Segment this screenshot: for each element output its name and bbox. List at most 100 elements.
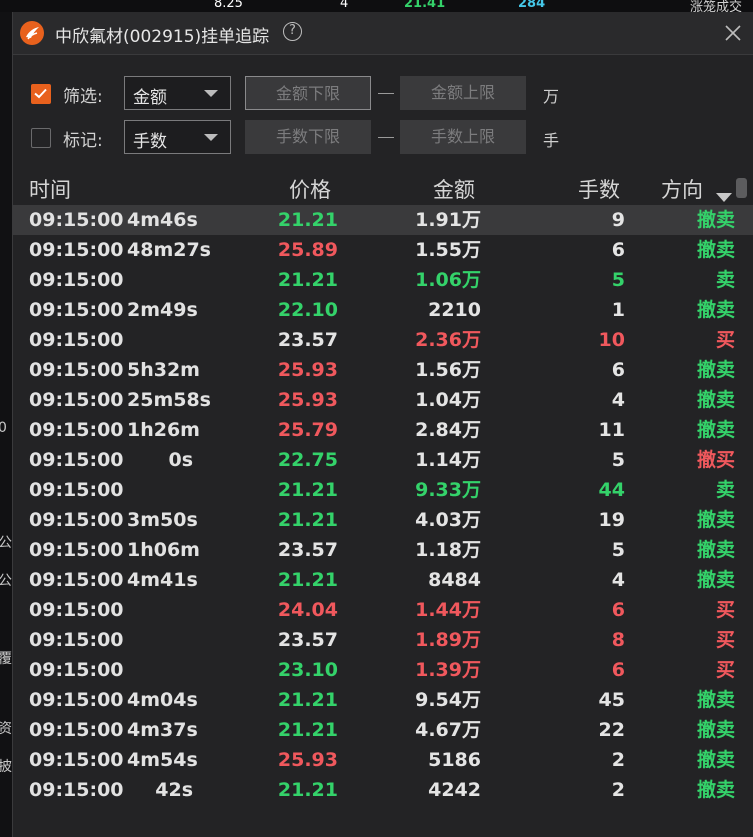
cell-time: 09:15:00	[29, 569, 124, 591]
lots-lower-input[interactable]: 手数下限	[245, 120, 371, 154]
cell-lots: 22	[598, 719, 625, 741]
cell-duration: 4m54s	[127, 749, 198, 771]
cell-price: 22.10	[277, 299, 338, 321]
cell-amount: 1.14万	[415, 449, 481, 471]
table-row[interactable]: 09:15:00 21.21 9.33万 44 卖	[13, 475, 753, 505]
cell-direction: 撤卖	[696, 509, 735, 531]
cell-time: 09:15:00	[29, 689, 124, 711]
bg-text: 覆	[0, 651, 12, 667]
cell-direction: 撤卖	[696, 359, 735, 381]
table-row[interactable]: 09:15:00 25m58s 25.93 1.04万 4 撤卖	[13, 385, 753, 415]
table-row[interactable]: 09:15:00 3m50s 21.21 4.03万 19 撤卖	[13, 505, 753, 535]
cell-direction: 撤买	[696, 449, 735, 471]
table-row[interactable]: 09:15:00 4m04s 21.21 9.54万 45 撤卖	[13, 685, 753, 715]
close-icon[interactable]	[723, 23, 743, 43]
cell-duration: 4m04s	[127, 689, 198, 711]
bg-text: 284	[518, 0, 546, 11]
table-row[interactable]: 09:15:00 23.57 1.89万 8 买	[13, 625, 753, 655]
cell-amount: 2.84万	[415, 419, 481, 441]
sort-desc-icon[interactable]	[716, 193, 732, 202]
cell-duration: 42s	[155, 779, 193, 801]
cell-lots: 5	[611, 539, 625, 561]
header-price[interactable]: 价格	[289, 174, 331, 204]
table-row[interactable]: 09:15:00 1h26m 25.79 2.84万 11 撤卖	[13, 415, 753, 445]
cell-direction: 买	[715, 629, 735, 651]
range-dash	[378, 137, 394, 138]
cell-lots: 8	[611, 629, 625, 651]
cell-direction: 买	[715, 329, 735, 351]
mark-field-select[interactable]: 手数	[124, 120, 231, 154]
background-window-strip: 8.25 4 21.41 284 涨笼成交	[0, 0, 753, 12]
cell-duration: 2m49s	[127, 299, 198, 321]
cell-price: 21.21	[277, 569, 338, 591]
chevron-down-icon	[204, 90, 218, 97]
bg-text: 8.25	[214, 0, 243, 11]
header-direction[interactable]: 方向	[661, 174, 703, 204]
cell-time: 09:15:00	[29, 329, 124, 351]
table-row[interactable]: 09:15:00 4m41s 21.21 8484 4 撤卖	[13, 565, 753, 595]
table-row[interactable]: 09:15:00 5h32m 25.93 1.56万 6 撤卖	[13, 355, 753, 385]
cell-direction: 撤卖	[696, 539, 735, 561]
title-bar[interactable]: 中欣氟材(002915)挂单追踪 ?	[13, 12, 753, 55]
cell-direction: 撤卖	[696, 569, 735, 591]
cell-direction: 撤卖	[696, 779, 735, 801]
table-row[interactable]: 09:15:00 23.10 1.39万 6 买	[13, 655, 753, 685]
table-row[interactable]: 09:15:00 4m54s 25.93 5186 2 撤卖	[13, 745, 753, 775]
table-row[interactable]: 09:15:00 4m37s 21.21 4.67万 22 撤卖	[13, 715, 753, 745]
cell-price: 24.04	[277, 599, 338, 621]
background-left-edge: 0 公 公 覆 资 披	[0, 12, 12, 837]
table-row[interactable]: 09:15:00 48m27s 25.89 1.55万 6 撤卖	[13, 235, 753, 265]
cell-direction: 卖	[715, 269, 735, 291]
cell-direction: 撤卖	[696, 299, 735, 321]
cell-price: 25.89	[277, 239, 338, 261]
cell-lots: 6	[611, 659, 625, 681]
help-icon[interactable]: ?	[283, 22, 302, 41]
cell-price: 21.21	[277, 479, 338, 501]
cell-lots: 2	[611, 779, 625, 801]
cell-lots: 9	[611, 209, 625, 231]
header-time[interactable]: 时间	[29, 174, 71, 204]
cell-lots: 4	[611, 569, 625, 591]
cell-price: 23.57	[277, 329, 338, 351]
table-row[interactable]: 09:15:00 2m49s 22.10 2210 1 撤卖	[13, 295, 753, 325]
table-row[interactable]: 09:15:00 1h06m 23.57 1.18万 5 撤卖	[13, 535, 753, 565]
cell-time: 09:15:00	[29, 419, 124, 441]
bg-text: 4	[340, 0, 349, 11]
amount-upper-input[interactable]: 金额上限	[400, 76, 526, 110]
cell-amount: 5186	[428, 749, 481, 771]
cell-lots: 10	[598, 329, 625, 351]
cell-price: 23.57	[277, 539, 338, 561]
cell-lots: 4	[611, 389, 625, 411]
filter-label: 筛选:	[63, 87, 103, 107]
mark-checkbox[interactable]	[31, 128, 51, 148]
filter-field-value: 金额	[133, 88, 167, 108]
table-row[interactable]: 09:15:00 42s 21.21 4242 2 撤卖	[13, 775, 753, 805]
cell-amount: 1.89万	[415, 629, 481, 651]
cell-time: 09:15:00	[29, 659, 124, 681]
filter-field-select[interactable]: 金额	[124, 76, 231, 110]
table-row[interactable]: 09:15:00 24.04 1.44万 6 买	[13, 595, 753, 625]
header-amount[interactable]: 金额	[433, 174, 475, 204]
table-row[interactable]: 09:15:00 4m46s 21.21 1.91万 9 撤卖	[13, 205, 753, 235]
mark-label: 标记:	[63, 131, 103, 151]
cell-duration: 1h06m	[127, 539, 200, 561]
cell-lots: 1	[611, 299, 625, 321]
cell-amount: 9.33万	[415, 479, 481, 501]
cell-price: 23.57	[277, 629, 338, 651]
scrollbar-thumb[interactable]	[736, 178, 747, 198]
table-row[interactable]: 09:15:00 0s 22.75 1.14万 5 撤买	[13, 445, 753, 475]
filter-checkbox[interactable]	[31, 84, 51, 104]
lots-upper-input[interactable]: 手数上限	[400, 120, 526, 154]
table-row[interactable]: 09:15:00 21.21 1.06万 5 卖	[13, 265, 753, 295]
cell-duration: 1h26m	[127, 419, 200, 441]
cell-direction: 撤卖	[696, 209, 735, 231]
amount-lower-input[interactable]: 金额下限	[245, 76, 371, 110]
header-lots[interactable]: 手数	[578, 174, 620, 204]
cell-time: 09:15:00	[29, 389, 124, 411]
window-title: 中欣氟材(002915)挂单追踪	[55, 27, 270, 47]
table-row[interactable]: 09:15:00 23.57 2.36万 10 买	[13, 325, 753, 355]
cell-price: 21.21	[277, 779, 338, 801]
cell-lots: 5	[611, 449, 625, 471]
cell-duration: 0s	[168, 449, 193, 471]
cell-direction: 撤卖	[696, 239, 735, 261]
